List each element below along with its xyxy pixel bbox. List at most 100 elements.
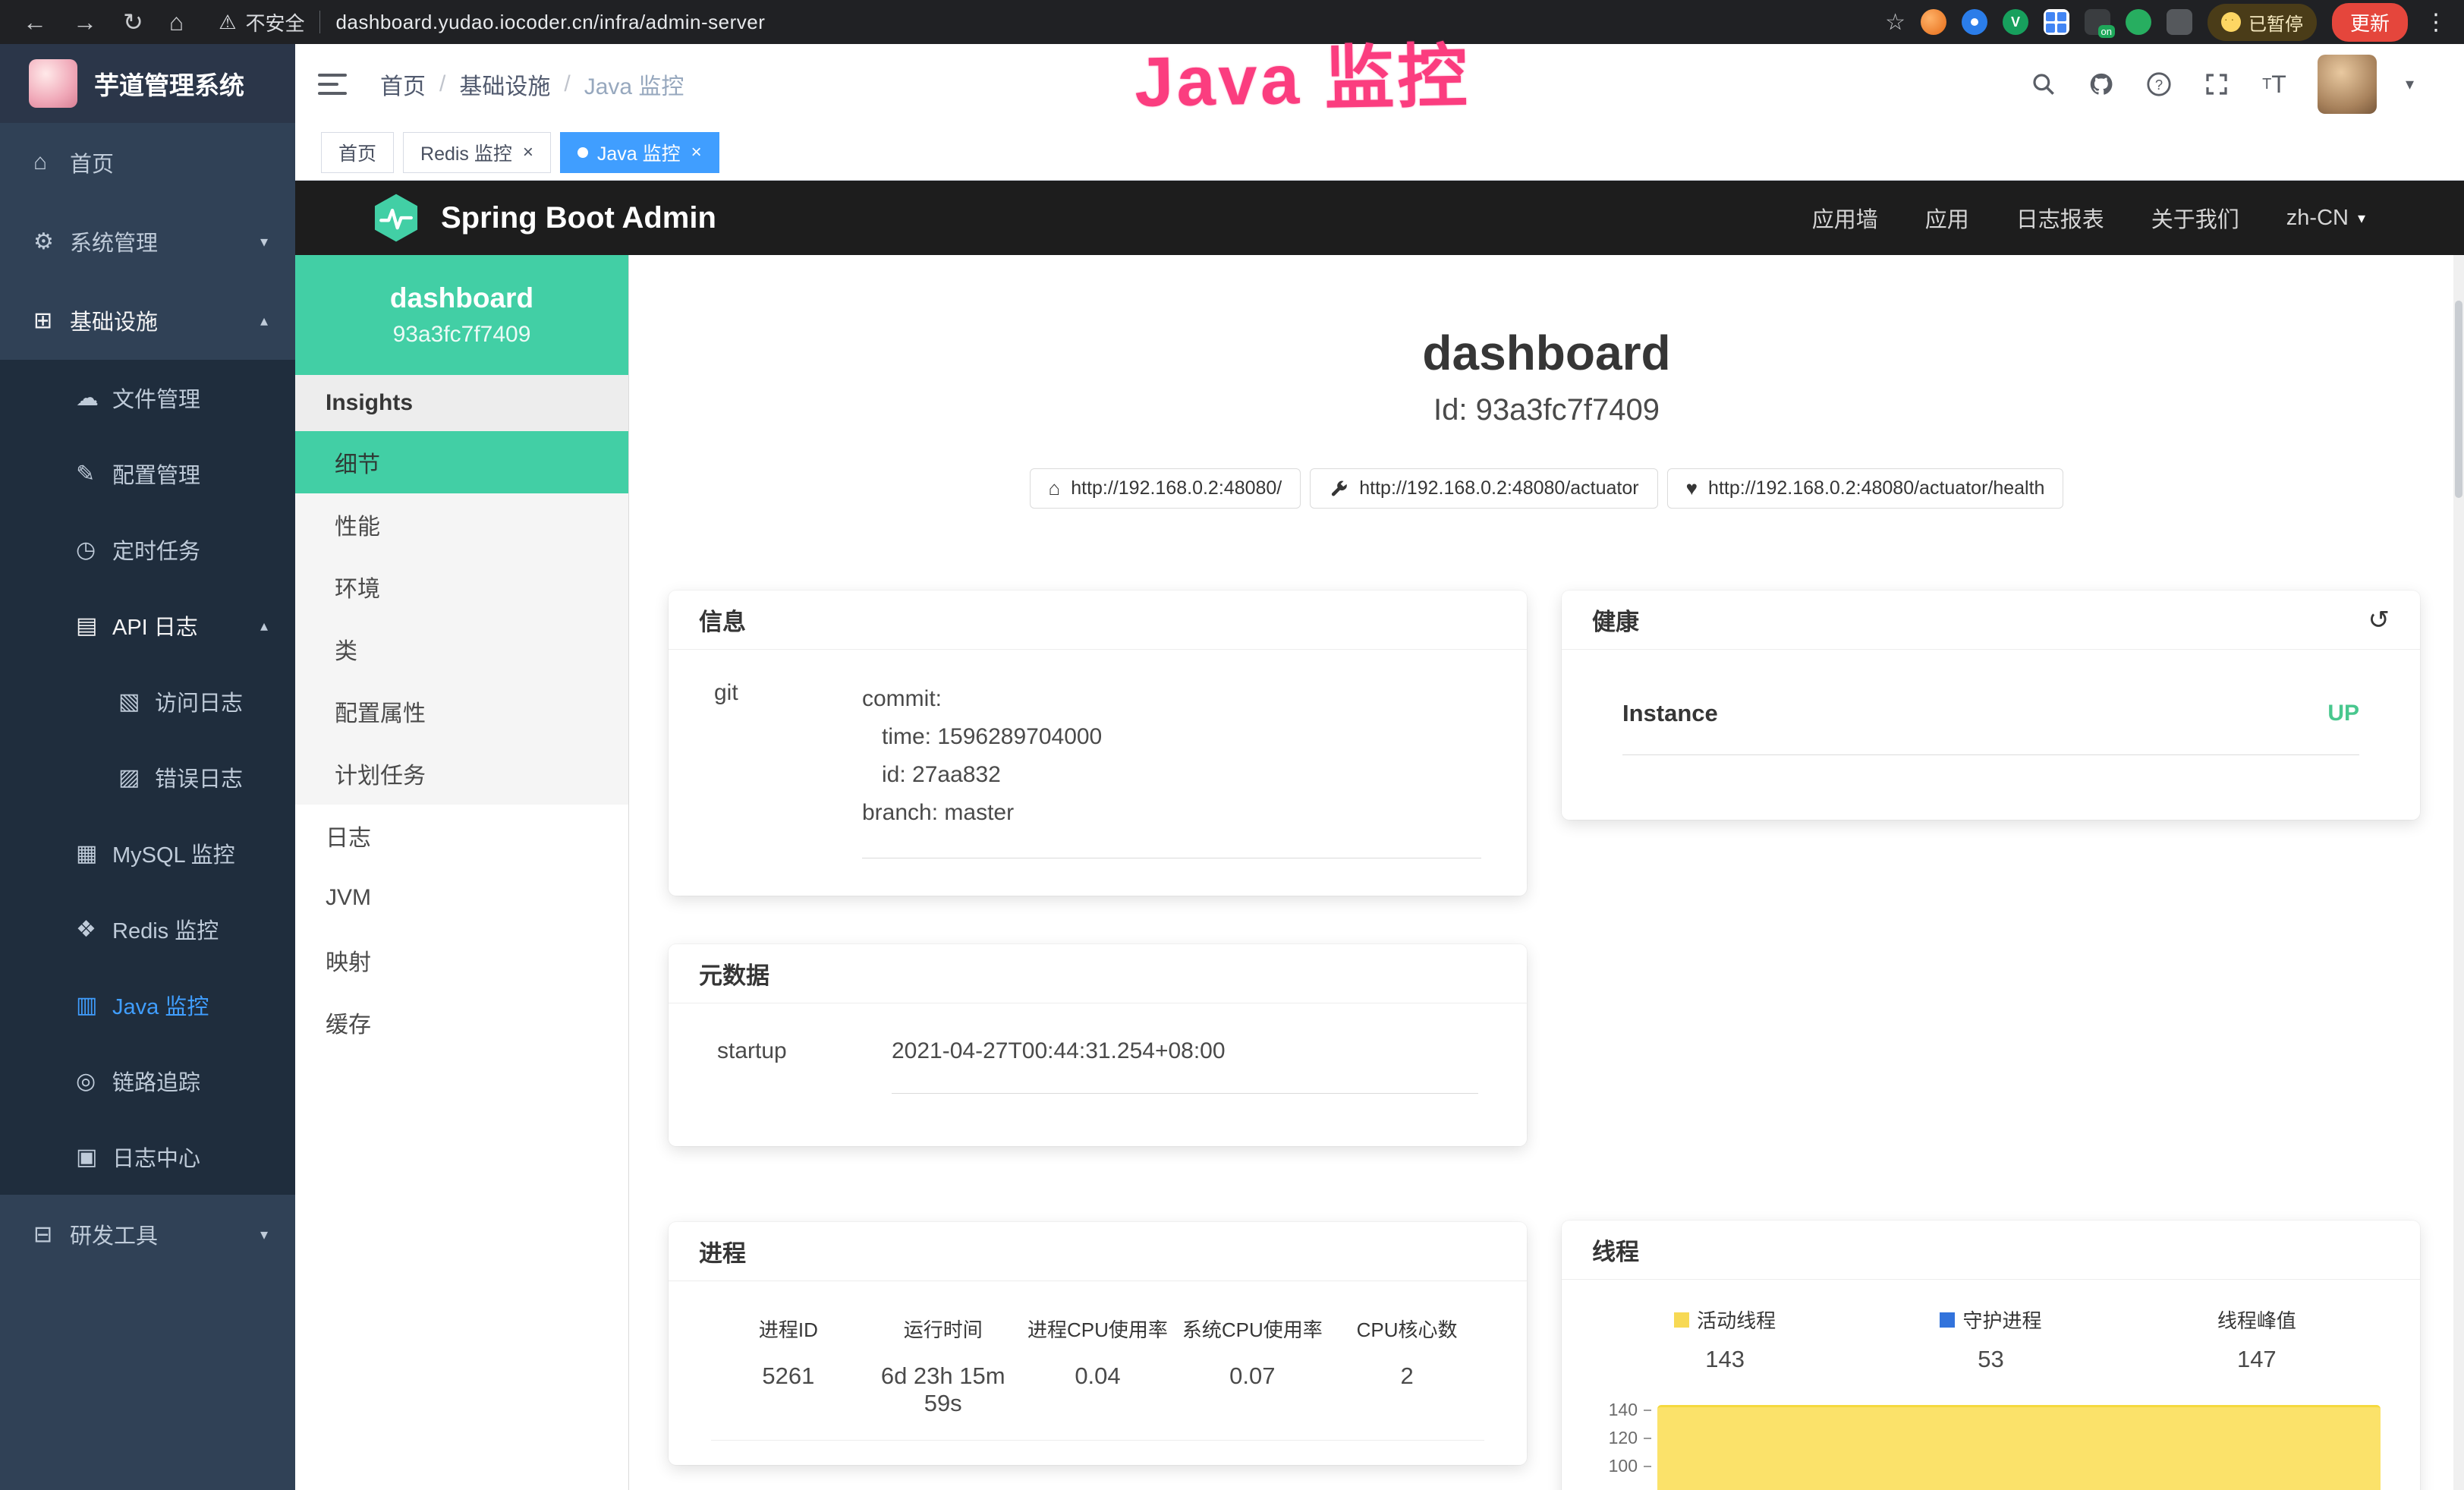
font-size-icon[interactable]: TT	[2260, 70, 2289, 99]
page-title: dashboard	[629, 325, 2464, 381]
info-row-label: git	[714, 680, 862, 858]
sba-sidebar: dashboard 93a3fc7f7409 Insights 细节 性能 环境…	[295, 255, 629, 1490]
metadata-card-title: 元数据	[669, 944, 1527, 1003]
sba-main: dashboard Id: 93a3fc7f7409 ⌂ http://192.…	[629, 255, 2464, 1490]
file-icon: ☁	[76, 385, 112, 411]
sba-nav-applications[interactable]: 应用	[1925, 202, 1969, 234]
sba-item-config-props[interactable]: 配置属性	[295, 680, 628, 742]
github-icon[interactable]	[2087, 70, 2116, 99]
forward-icon[interactable]: →	[73, 8, 97, 36]
sba-item-scheduled-tasks[interactable]: 计划任务	[295, 742, 628, 805]
instance-id: Id: 93a3fc7f7409	[629, 393, 2464, 427]
sidebar-item-system[interactable]: ⚙ 系统管理 ▾	[0, 202, 295, 281]
leaf-extension-icon[interactable]	[2126, 9, 2151, 35]
sba-item-mappings[interactable]: 映射	[295, 929, 628, 991]
sba-section-insights: Insights	[295, 375, 628, 431]
chevron-down-icon[interactable]: ▾	[2406, 74, 2414, 94]
actuator-url-button[interactable]: http://192.168.0.2:48080/actuator	[1310, 468, 1657, 509]
health-url-button[interactable]: ♥ http://192.168.0.2:48080/actuator/heal…	[1667, 468, 2064, 509]
sidebar-item-jobs[interactable]: ◷ 定时任务	[0, 512, 295, 587]
sidebar-item-home[interactable]: ⌂ 首页	[0, 123, 295, 202]
wrench-icon	[1329, 479, 1348, 499]
chevron-up-icon: ▴	[260, 616, 268, 635]
sidebar-item-mysql[interactable]: ▦ MySQL 监控	[0, 815, 295, 891]
locale-select[interactable]: zh-CN ▾	[2286, 206, 2365, 231]
sidebar-item-access-log[interactable]: ▧ 访问日志	[0, 663, 295, 739]
sidebar-item-log-center[interactable]: ▣ 日志中心	[0, 1119, 295, 1195]
service-url-button[interactable]: ⌂ http://192.168.0.2:48080/	[1030, 468, 1301, 509]
sba-nav-about[interactable]: 关于我们	[2151, 202, 2239, 234]
sba-item-caches[interactable]: 缓存	[295, 991, 628, 1054]
back-icon[interactable]: ←	[23, 8, 47, 36]
sidebar-item-infra[interactable]: ⊞ 基础设施 ▴	[0, 281, 295, 360]
sba-app-header[interactable]: dashboard 93a3fc7f7409	[295, 255, 628, 375]
avatar[interactable]	[2318, 55, 2377, 114]
home-icon: ⌂	[1049, 477, 1061, 500]
sba-item-jvm[interactable]: JVM	[295, 867, 628, 929]
history-icon[interactable]: ↺	[2368, 605, 2390, 635]
app-logo[interactable]: 芋道管理系统	[0, 44, 295, 123]
tab-java[interactable]: Java 监控 ×	[560, 132, 719, 173]
fullscreen-icon[interactable]	[2202, 70, 2231, 99]
grid-extension-icon[interactable]	[2044, 9, 2069, 35]
breadcrumb-infra[interactable]: 基础设施	[459, 68, 550, 101]
fox-extension-icon[interactable]	[1921, 9, 1946, 35]
paused-badge[interactable]: 已暂停	[2208, 4, 2317, 41]
logo-image	[29, 59, 77, 108]
error-log-icon: ▨	[118, 764, 155, 791]
sidebar-item-config[interactable]: ✎ 配置管理	[0, 436, 295, 512]
annotation-text: Java 监控	[1134, 20, 1471, 127]
sidebar-item-files[interactable]: ☁ 文件管理	[0, 360, 295, 436]
trace-icon: ◎	[76, 1068, 112, 1095]
sba-item-metrics[interactable]: 性能	[295, 493, 628, 556]
admin-sidebar: 芋道管理系统 ⌂ 首页 ⚙ 系统管理 ▾ ⊞ 基础设施 ▴ ☁ 文件管理 ✎ 配…	[0, 44, 295, 1490]
sidebar-item-devtools[interactable]: ⊟ 研发工具 ▾	[0, 1195, 295, 1274]
process-table: 进程ID5261 运行时间6d 23h 15m 59s 进程CPU使用率0.04…	[711, 1315, 1484, 1441]
address-bar[interactable]: ⚠ 不安全 dashboard.yudao.iocoder.cn/infra/a…	[219, 8, 765, 36]
sba-nav-journal[interactable]: 日志报表	[2016, 202, 2104, 234]
green-extension-icon[interactable]: V	[2003, 9, 2028, 35]
status-badge: UP	[2327, 701, 2359, 726]
sidebar-item-java[interactable]: ▥ Java 监控	[0, 967, 295, 1043]
devtools-icon: ⊟	[33, 1221, 70, 1248]
app-title: 芋道管理系统	[94, 65, 244, 102]
sba-item-logs[interactable]: 日志	[295, 805, 628, 867]
health-instance-row[interactable]: Instance UP	[1622, 700, 2359, 755]
close-icon[interactable]: ×	[523, 142, 533, 163]
update-button[interactable]: 更新	[2332, 3, 2408, 42]
puzzle-extension-icon[interactable]	[2167, 9, 2192, 35]
sidebar-item-trace[interactable]: ◎ 链路追踪	[0, 1043, 295, 1119]
tab-bar: 首页 Redis 监控 × Java 监控 ×	[295, 124, 2464, 181]
info-card-title: 信息	[669, 591, 1527, 650]
security-label: 不安全	[245, 8, 304, 36]
sidebar-item-api-log[interactable]: ▤ API 日志 ▴	[0, 587, 295, 663]
breadcrumb-home[interactable]: 首页	[380, 68, 426, 101]
location-extension-icon[interactable]	[1962, 9, 1987, 35]
close-icon[interactable]: ×	[691, 142, 702, 163]
search-icon[interactable]	[2029, 70, 2058, 99]
bookmark-star-icon[interactable]: ☆	[1885, 9, 1905, 36]
chevron-up-icon: ▴	[260, 311, 268, 330]
metadata-card: 元数据 startup 2021-04-27T00:44:31.254+08:0…	[669, 944, 1527, 1146]
metadata-row-label: startup	[717, 1038, 892, 1094]
help-icon[interactable]: ?	[2145, 70, 2173, 99]
menu-fold-icon[interactable]	[318, 74, 347, 95]
config-icon: ✎	[76, 461, 112, 487]
main-column: 首页 / 基础设施 / Java 监控 ? TT ▾ 首页	[295, 44, 2464, 1490]
sba-item-classes[interactable]: 类	[295, 618, 628, 680]
sba-item-details[interactable]: 细节	[295, 431, 628, 493]
sba-item-environment[interactable]: 环境	[295, 556, 628, 618]
sidebar-item-redis[interactable]: ❖ Redis 监控	[0, 891, 295, 967]
sba-nav-wallboard[interactable]: 应用墙	[1812, 202, 1878, 234]
chevron-down-icon: ▾	[260, 1225, 268, 1244]
tab-redis[interactable]: Redis 监控 ×	[403, 132, 551, 173]
sidebar-item-error-log[interactable]: ▨ 错误日志	[0, 739, 295, 815]
switch-extension-icon[interactable]: on	[2085, 9, 2110, 35]
chevron-down-icon: ▾	[2358, 209, 2365, 228]
tab-home[interactable]: 首页	[321, 132, 394, 173]
spring-boot-admin-logo-icon	[371, 193, 421, 243]
page-scrollbar[interactable]	[2453, 255, 2464, 1490]
browser-menu-icon[interactable]: ⋮	[2425, 9, 2447, 36]
refresh-icon[interactable]: ↻	[123, 8, 143, 36]
home-icon[interactable]: ⌂	[169, 8, 184, 36]
